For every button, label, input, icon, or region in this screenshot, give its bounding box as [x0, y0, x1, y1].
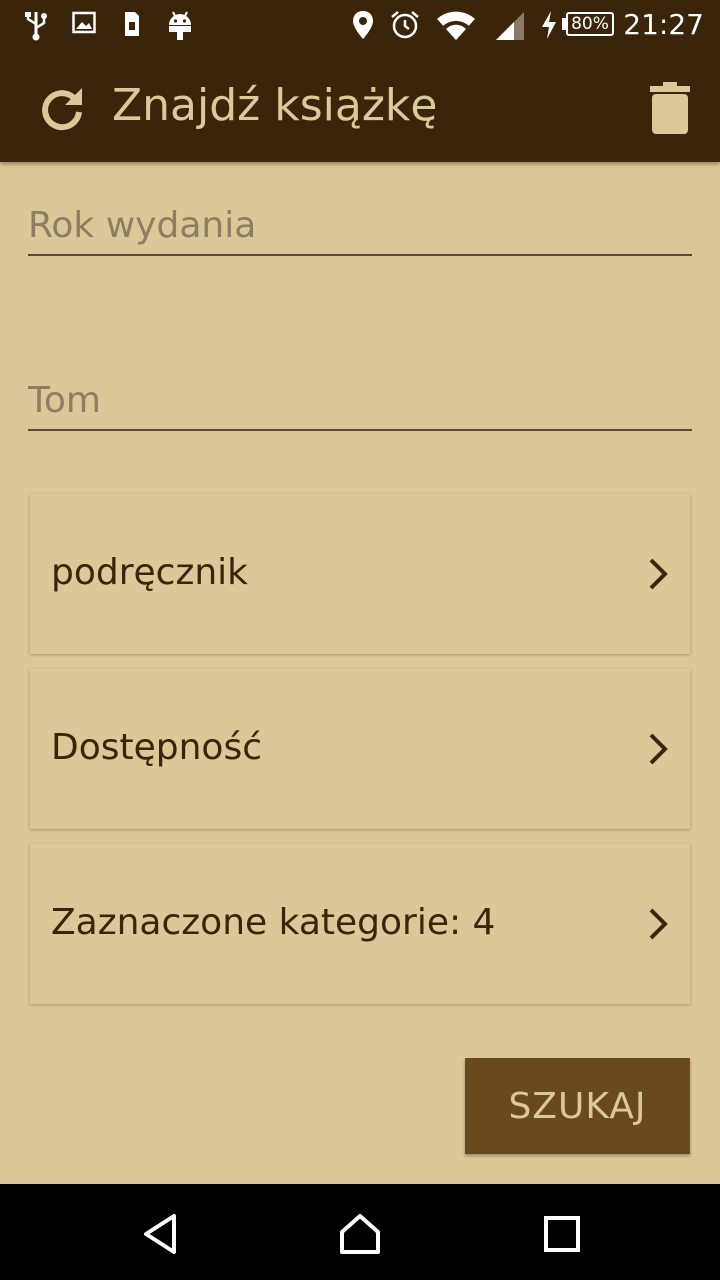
nav-bar [0, 1184, 720, 1280]
toolbar: Znajdź książkę [0, 52, 720, 162]
alarm-icon [391, 11, 419, 39]
recents-icon[interactable] [540, 1212, 584, 1256]
chevron-right-icon [649, 733, 668, 765]
battery-icon: 80% [566, 12, 614, 36]
year-input[interactable] [28, 196, 692, 254]
android-icon [169, 11, 191, 40]
status-bar: 80% 21:27 [0, 0, 720, 52]
trash-icon[interactable] [646, 80, 694, 136]
sim-icon [125, 12, 139, 36]
categories-selector-label: Zaznaczone kategorie: 4 [51, 902, 496, 943]
wifi-icon [437, 11, 475, 40]
image-icon [72, 11, 96, 34]
status-time: 21:27 [623, 8, 704, 41]
home-icon[interactable] [338, 1212, 382, 1256]
location-icon [353, 11, 373, 39]
search-button[interactable]: SZUKAJ [465, 1058, 690, 1154]
usb-icon [25, 12, 47, 41]
availability-selector[interactable]: Dostępność [30, 669, 690, 829]
charging-icon [542, 11, 556, 39]
signal-icon [496, 12, 524, 40]
categories-selector[interactable]: Zaznaczone kategorie: 4 [30, 844, 690, 1004]
year-field [28, 196, 692, 256]
type-selector[interactable]: podręcznik [30, 494, 690, 654]
refresh-icon[interactable] [36, 82, 88, 134]
volume-field [28, 371, 692, 431]
page-title: Znajdź książkę [112, 80, 438, 131]
chevron-right-icon [649, 558, 668, 590]
back-icon[interactable] [138, 1212, 182, 1256]
availability-selector-label: Dostępność [51, 727, 263, 768]
volume-input[interactable] [28, 371, 692, 429]
chevron-right-icon [649, 908, 668, 940]
type-selector-label: podręcznik [51, 552, 249, 593]
